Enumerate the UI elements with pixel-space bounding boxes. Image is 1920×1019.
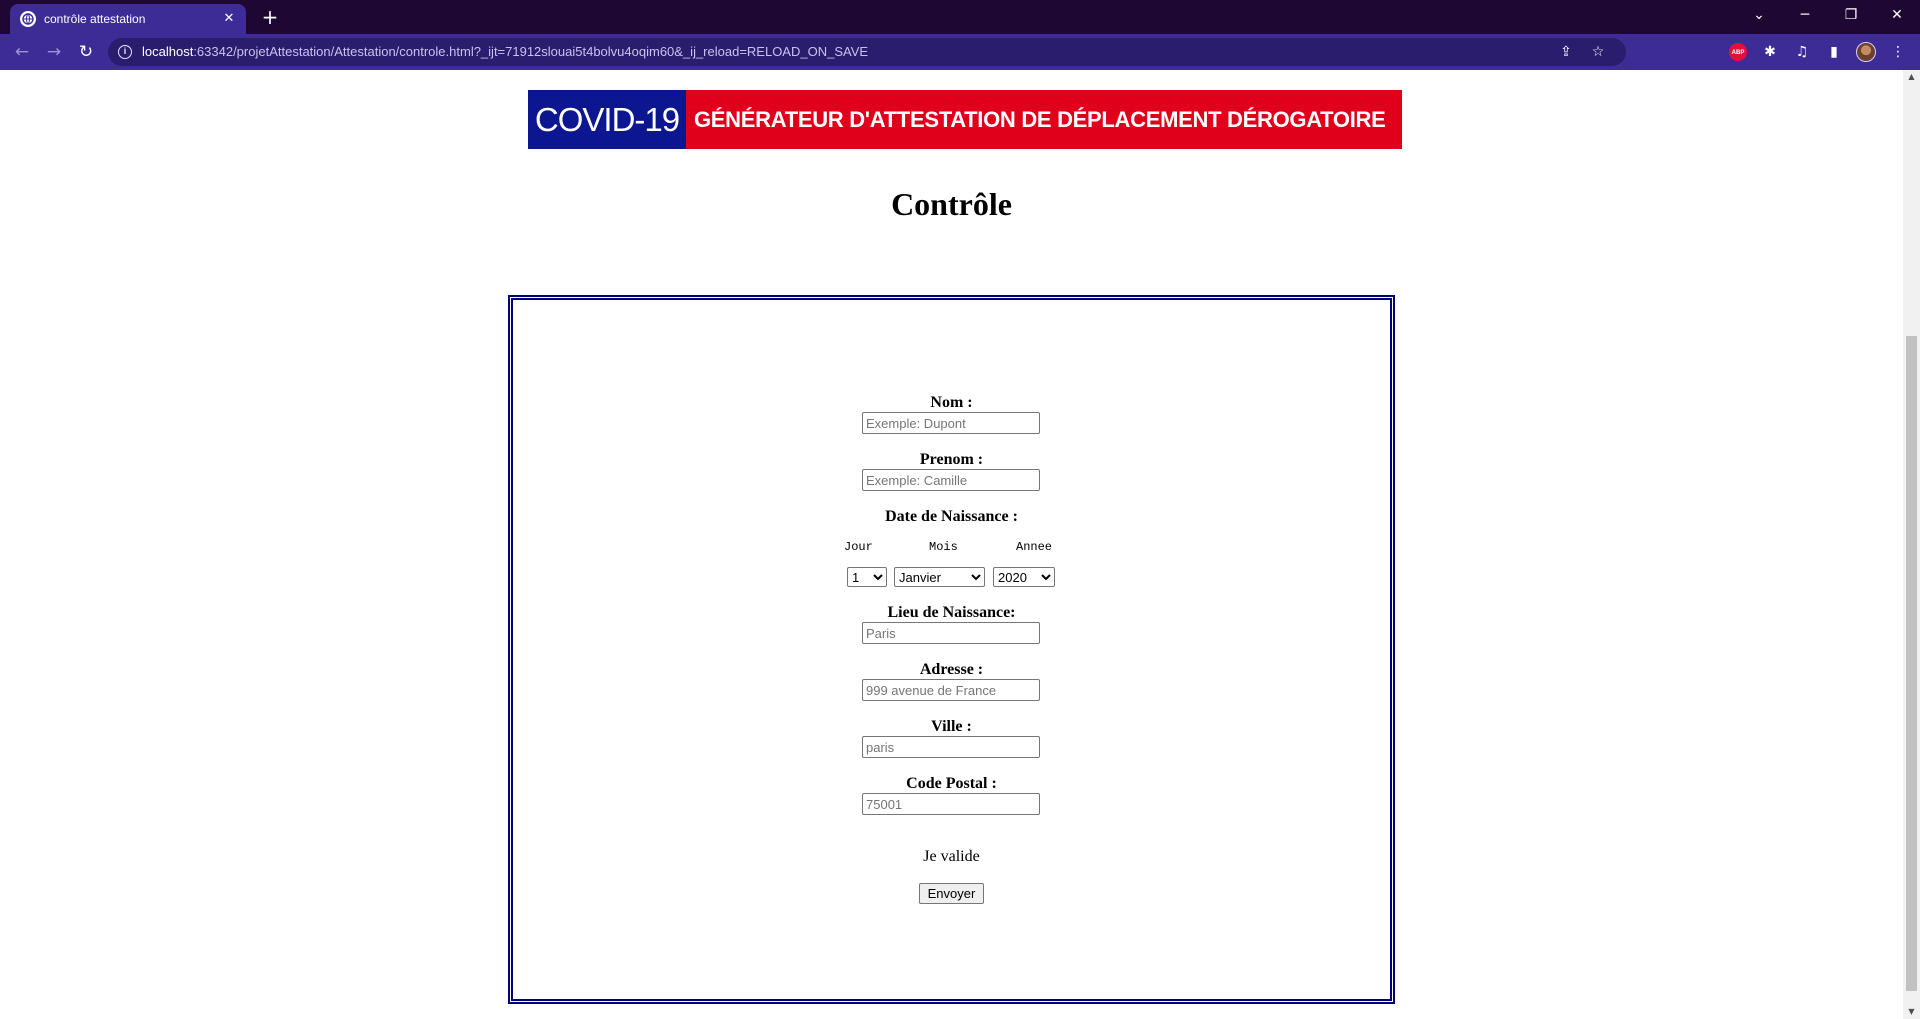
url-text[interactable]: localhost:63342/projetAttestation/Attest… — [142, 44, 868, 59]
restore-button[interactable]: ❐ — [1828, 0, 1874, 30]
prenom-input[interactable] — [862, 469, 1040, 491]
new-tab-button[interactable]: + — [258, 5, 282, 29]
banner-generator-title: GÉNÉRATEUR D'ATTESTATION DE DÉPLACEMENT … — [686, 90, 1402, 149]
adresse-input[interactable] — [862, 679, 1040, 701]
je-valide-text: Je valide — [923, 848, 980, 865]
url-path: :63342/projetAttestation/Attestation/con… — [193, 44, 869, 59]
jour-select[interactable]: 1 — [847, 567, 887, 587]
nom-label: Nom : — [930, 394, 973, 411]
mois-select[interactable]: Janvier — [894, 567, 985, 587]
side-panel-icon[interactable]: ▮ — [1824, 42, 1844, 62]
site-info-icon[interactable]: i — [118, 45, 132, 59]
date-naissance-label: Date de Naissance : — [885, 508, 1018, 525]
browser-menu-icon[interactable]: ⋮ — [1888, 42, 1908, 62]
minimize-button[interactable]: ─ — [1782, 0, 1828, 30]
profile-avatar-icon[interactable] — [1856, 42, 1876, 62]
media-control-icon[interactable]: ♫ — [1792, 42, 1812, 62]
tab-controle-attestation[interactable]: contrôle attestation ✕ — [10, 4, 246, 34]
prenom-label: Prenom : — [919, 451, 984, 468]
scroll-up-arrow-icon[interactable]: ▲ — [1903, 70, 1920, 84]
tab-search-chevron-icon[interactable]: ⌄ — [1736, 0, 1782, 30]
page-scrollbar[interactable]: ▲ ▼ — [1903, 70, 1920, 1019]
adresse-label: Adresse : — [919, 661, 984, 678]
annee-select[interactable]: 2020 — [993, 567, 1055, 587]
nom-input[interactable] — [862, 412, 1040, 434]
address-bar[interactable]: i localhost:63342/projetAttestation/Atte… — [108, 38, 1626, 66]
lieu-naissance-input[interactable] — [862, 622, 1040, 644]
ville-input[interactable] — [862, 736, 1040, 758]
annee-label: Annee — [1016, 540, 1053, 554]
banner-covid-label: COVID-19 — [528, 90, 686, 149]
reload-icon[interactable]: ↻ — [74, 40, 98, 64]
mois-label: Mois — [929, 540, 958, 554]
back-icon[interactable]: ← — [10, 40, 34, 64]
extensions-puzzle-icon[interactable]: ✱ — [1760, 42, 1780, 62]
tab-close-icon[interactable]: ✕ — [220, 10, 238, 28]
forward-icon[interactable]: → — [42, 40, 66, 64]
page-title: Contrôle — [891, 186, 1012, 222]
code-postal-label: Code Postal : — [906, 775, 997, 792]
scroll-down-arrow-icon[interactable]: ▼ — [1903, 1005, 1920, 1019]
lieu-naissance-label: Lieu de Naissance: — [887, 604, 1016, 621]
bookmark-star-icon[interactable]: ☆ — [1588, 42, 1608, 62]
scrollbar-thumb[interactable] — [1906, 336, 1917, 991]
envoyer-button[interactable]: Envoyer — [919, 883, 984, 904]
share-icon[interactable]: ⇪ — [1556, 42, 1576, 62]
tab-title: contrôle attestation — [44, 12, 146, 26]
close-window-button[interactable]: ✕ — [1874, 0, 1920, 30]
code-postal-input[interactable] — [862, 793, 1040, 815]
globe-icon — [20, 11, 36, 27]
browser-toolbar: ← → ↻ i localhost:63342/projetAttestatio… — [0, 34, 1920, 70]
covid-banner: COVID-19 GÉNÉRATEUR D'ATTESTATION DE DÉP… — [528, 90, 1402, 149]
tab-strip: contrôle attestation ✕ + ⌄ ─ ❐ ✕ — [0, 0, 1920, 34]
adblock-icon[interactable]: ABP — [1729, 43, 1747, 61]
url-host: localhost — [142, 44, 194, 59]
jour-label: Jour — [844, 540, 873, 554]
ville-label: Ville : — [931, 718, 972, 735]
